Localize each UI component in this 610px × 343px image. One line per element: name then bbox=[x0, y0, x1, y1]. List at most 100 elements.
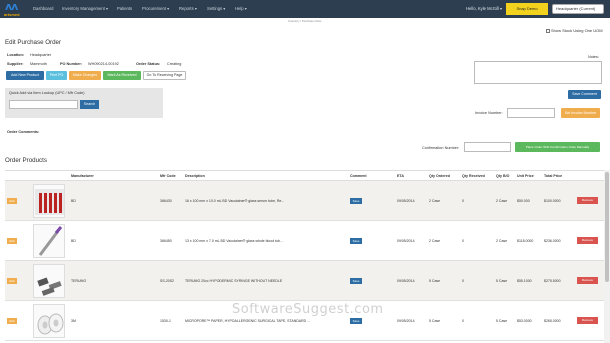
remove-button[interactable]: Remove bbox=[577, 197, 598, 204]
breadcrumb: Inventory / Purchase Order bbox=[288, 19, 322, 23]
table-header-row: Manufacturer Mfr Code Description Commen… bbox=[5, 170, 606, 181]
mfr-code-cell: SS-20S2 bbox=[158, 260, 183, 301]
order-products-title: Order Products bbox=[5, 157, 47, 164]
logo-text: artsmed bbox=[4, 12, 20, 17]
col-header-actions bbox=[575, 170, 606, 181]
quick-add-panel: Quick Add via Item Lookup (UPC / Mfr Cod… bbox=[5, 88, 163, 118]
location-label: Location: bbox=[7, 53, 25, 57]
save-comment-button[interactable]: Save Comment bbox=[568, 90, 601, 99]
col-header-image bbox=[31, 170, 69, 181]
user-menu[interactable]: Hello, Kyle McGill ▾ bbox=[466, 6, 502, 11]
edit-button[interactable]: Edit bbox=[7, 317, 17, 324]
eta-cell: 09/05/2014 bbox=[395, 180, 427, 221]
nav-reports[interactable]: Reports ▾ bbox=[179, 6, 197, 11]
qty-ordered-cell: 5 Case bbox=[427, 260, 460, 301]
invoice-number-label: Invoice Number: bbox=[475, 111, 503, 115]
save-comment-row-button[interactable]: Save bbox=[350, 197, 362, 204]
invoice-number-input[interactable] bbox=[507, 108, 555, 118]
vertical-scrollbar[interactable] bbox=[604, 170, 610, 343]
nav-inventory-management[interactable]: Inventory Management ▾ bbox=[62, 6, 108, 11]
unit-price-cell: $50.000 bbox=[515, 180, 542, 221]
item-lookup-input[interactable] bbox=[9, 100, 78, 109]
show-stock-checkbox[interactable] bbox=[546, 28, 550, 33]
unit-price-cell: $55.1000 bbox=[515, 260, 542, 301]
product-image bbox=[33, 303, 65, 338]
manufacturer-cell: 3M bbox=[69, 300, 158, 341]
manufacturer-cell: TERUMO bbox=[69, 260, 158, 301]
supplier-label: Supplier: bbox=[7, 62, 24, 66]
remove-button[interactable]: Remove bbox=[577, 237, 598, 244]
snap-demo-button[interactable]: Snap Demo bbox=[506, 3, 548, 15]
col-header-total-price[interactable]: Total Price bbox=[542, 170, 575, 181]
save-comment-row-button[interactable]: Save bbox=[350, 277, 362, 284]
make-changes-button[interactable]: Make Changes bbox=[69, 71, 101, 80]
save-comment-row-button[interactable]: Save bbox=[350, 237, 362, 244]
qty-ordered-cell: 2 Case bbox=[427, 180, 460, 221]
qty-received-cell: 0 bbox=[460, 300, 494, 341]
table-row: Edit BD 366430 16 x 100 mm x 10.0 mL BD … bbox=[5, 180, 606, 221]
print-po-button[interactable]: Print PO bbox=[46, 71, 67, 80]
mfr-code-cell: 1530-1 bbox=[158, 300, 183, 341]
col-header-qty-bo[interactable]: Qty B/O bbox=[494, 170, 515, 181]
order-status-value: Creating bbox=[167, 62, 182, 66]
unit-price-cell: $118.0000 bbox=[515, 220, 542, 261]
add-new-product-button[interactable]: Add New Product bbox=[6, 71, 44, 80]
remove-button[interactable]: Remove bbox=[577, 277, 598, 284]
product-image bbox=[33, 183, 65, 218]
qty-ordered-cell: 5 Case bbox=[427, 300, 460, 341]
col-header-mfr-code[interactable]: Mfr Code bbox=[158, 170, 183, 181]
confirmation-number-label: Confirmation Number: bbox=[422, 146, 460, 150]
col-header-eta[interactable]: ETA bbox=[395, 170, 427, 181]
product-image bbox=[33, 263, 65, 298]
quick-add-label: Quick Add via Item Lookup (UPC / Mfr Cod… bbox=[9, 91, 85, 95]
remove-button[interactable]: Remove bbox=[577, 317, 598, 324]
location-select[interactable]: Headquarter (Current) bbox=[552, 4, 604, 14]
col-header-qty-received[interactable]: Qty Received bbox=[460, 170, 494, 181]
total-price-cell: $100.0000 bbox=[542, 180, 575, 221]
mark-as-received-button[interactable]: Mark As Received bbox=[103, 71, 141, 80]
mfr-code-cell: 366430 bbox=[158, 180, 183, 221]
col-header-manufacturer[interactable]: Manufacturer bbox=[69, 170, 158, 181]
top-navbar: ʌʌ artsmed Dashboard Inventory Managemen… bbox=[0, 0, 610, 18]
order-status-label: Order Status: bbox=[136, 62, 161, 66]
total-price-cell: $236.0000 bbox=[542, 220, 575, 261]
logo[interactable]: ʌʌ artsmed bbox=[3, 1, 27, 17]
go-to-receiving-button[interactable]: Go To Receiving Page bbox=[143, 71, 186, 80]
qty-bo-cell: 2 Case bbox=[494, 220, 515, 261]
manufacturer-cell: BD bbox=[69, 180, 158, 221]
nav-patients[interactable]: Patients bbox=[117, 6, 132, 11]
eta-cell: 09/05/2014 bbox=[395, 260, 427, 301]
po-number-label: PO Number: bbox=[60, 62, 83, 66]
scrollbar-thumb[interactable] bbox=[605, 172, 609, 282]
col-header-unit-price[interactable]: Unit Price bbox=[515, 170, 542, 181]
show-stock-toggle[interactable]: Show Stock Using One UOM bbox=[546, 28, 603, 33]
set-invoice-number-button[interactable]: Set Invoice Number bbox=[561, 108, 600, 118]
place-order-manually-button[interactable]: Place Order With Confirmation Code Manua… bbox=[515, 142, 600, 152]
table-row: Edit BD 366450 13 x 100 mm x 7.0 mL BD V… bbox=[5, 220, 606, 261]
eta-cell: 09/05/2014 bbox=[395, 220, 427, 261]
nav-settings[interactable]: Settings ▾ bbox=[207, 6, 225, 11]
edit-button[interactable]: Edit bbox=[7, 277, 17, 284]
notes-textarea[interactable] bbox=[474, 61, 602, 84]
nav-procurement[interactable]: Procurement ▾ bbox=[142, 6, 169, 11]
qty-received-cell: 0 bbox=[460, 220, 494, 261]
save-comment-row-button[interactable]: Save bbox=[350, 317, 362, 324]
description-cell: 13 x 100 mm x 7.0 mL BD Vacutainer® glas… bbox=[183, 220, 348, 261]
po-number-value: WH090214-00192 bbox=[88, 62, 119, 66]
location-value: Headquarter bbox=[30, 53, 52, 57]
col-header-qty-ordered[interactable]: Qty Ordered bbox=[427, 170, 460, 181]
edit-button[interactable]: Edit bbox=[7, 237, 17, 244]
confirmation-number-input[interactable] bbox=[464, 142, 511, 152]
col-header-description[interactable]: Description bbox=[183, 170, 348, 181]
description-cell: 16 x 100 mm x 10.0 mL BD Vacutainer® gla… bbox=[183, 180, 348, 221]
qty-received-cell: 0 bbox=[460, 260, 494, 301]
mfr-code-cell: 366450 bbox=[158, 220, 183, 261]
edit-button[interactable]: Edit bbox=[7, 197, 17, 204]
nav-help[interactable]: Help ▾ bbox=[235, 6, 247, 11]
nav-dashboard[interactable]: Dashboard bbox=[33, 6, 54, 11]
table-row: Edit TERUMO SS-20S2 TERUMO 20cc HYPODERM… bbox=[5, 260, 606, 301]
search-button[interactable]: Search bbox=[80, 100, 99, 109]
qty-bo-cell: 2 Case bbox=[494, 180, 515, 221]
page-title: Edit Purchase Order bbox=[5, 39, 62, 46]
qty-bo-cell: 5 Case bbox=[494, 260, 515, 301]
